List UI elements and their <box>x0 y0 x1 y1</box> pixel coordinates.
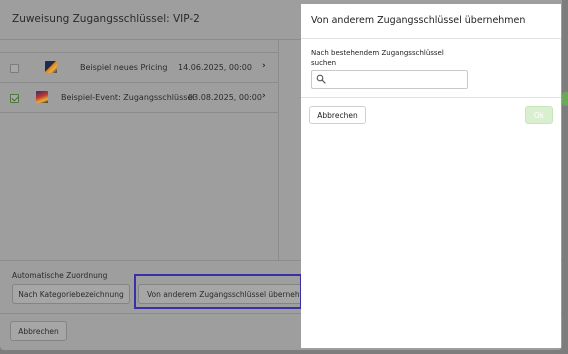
panel-title: Von anderem Zugangsschlüssel übernehmen <box>311 15 526 26</box>
event-thumbnail <box>36 91 48 103</box>
event-row[interactable]: Beispiel-Event: Zugangsschlüssel 03.08.2… <box>0 82 278 112</box>
event-name: Beispiel-Event: Zugangsschlüssel <box>61 93 195 102</box>
focus-highlight <box>134 274 302 309</box>
panel-header: Von anderem Zugangsschlüssel übernehmen <box>301 4 561 39</box>
event-name: Beispiel neues Pricing <box>80 63 168 72</box>
auto-assign-label: Automatische Zuordnung <box>12 271 108 280</box>
chevron-right-icon[interactable]: › <box>262 91 266 101</box>
panel-ok-button[interactable]: Ok <box>525 106 553 124</box>
by-category-button[interactable]: Nach Kategoriebezeichnung <box>12 284 130 304</box>
event-thumbnail <box>45 61 57 73</box>
search-label: Nach bestehendem Zugangsschlüssel suchen <box>311 49 444 67</box>
search-icon <box>316 74 326 84</box>
event-row[interactable]: Beispiel neues Pricing 14.06.2025, 00:00… <box>0 52 278 82</box>
event-checkbox[interactable] <box>10 64 19 73</box>
list-divider <box>0 112 278 113</box>
event-checkbox[interactable] <box>10 94 19 103</box>
chevron-right-icon[interactable]: › <box>262 61 266 71</box>
panel-divider <box>301 97 561 98</box>
background-accent <box>562 92 568 106</box>
assignment-dialog-title: Zuweisung Zugangsschlüssel: VIP-2 <box>12 13 200 25</box>
panel-cancel-button[interactable]: Abbrechen <box>309 106 366 124</box>
search-input[interactable] <box>311 70 468 89</box>
event-date: 14.06.2025, 00:00 <box>178 63 252 72</box>
copy-from-key-panel: Von anderem Zugangsschlüssel übernehmen … <box>301 4 561 348</box>
event-date: 03.08.2025, 00:00 <box>188 93 262 102</box>
column-divider <box>278 40 279 260</box>
assignment-cancel-button[interactable]: Abbrechen <box>10 321 67 341</box>
